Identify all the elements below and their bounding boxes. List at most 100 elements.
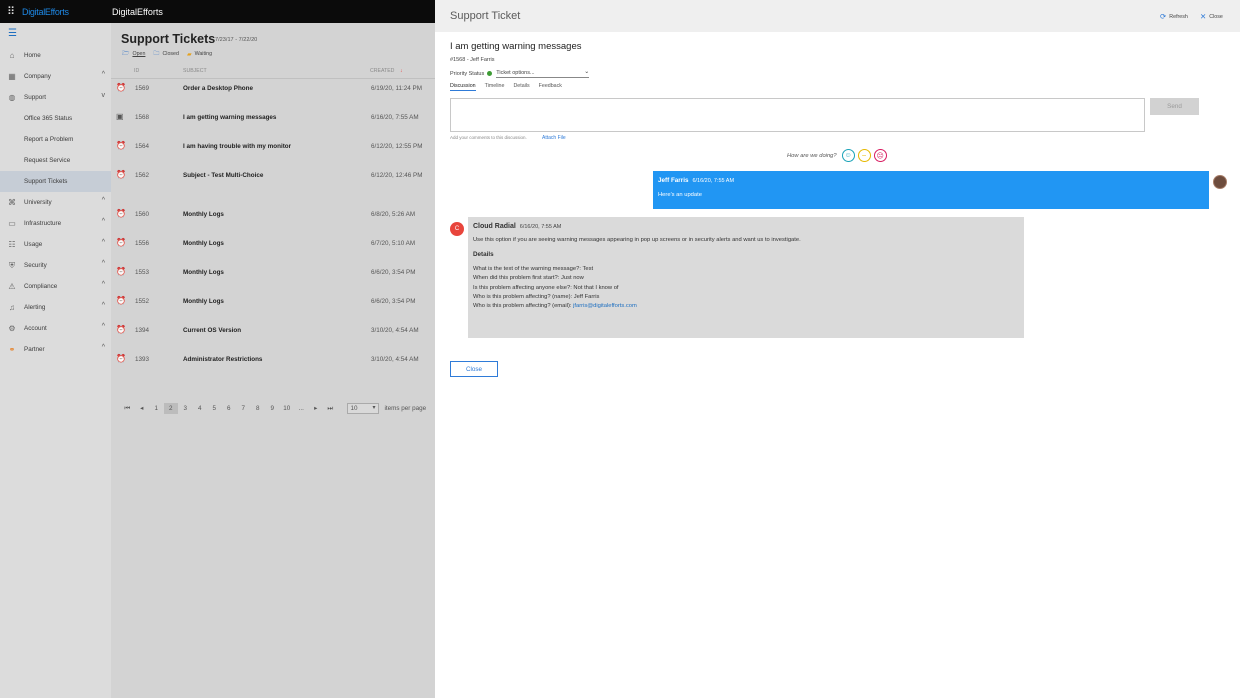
page-button[interactable]: 5 [207,403,222,414]
sidebar-item-home[interactable]: ⌂ Home [0,45,111,66]
first-page-icon[interactable]: ⏮ [120,403,135,414]
next-page-icon[interactable]: ▸ [309,403,324,414]
prev-page-icon[interactable]: ◂ [135,403,150,414]
chevron-up-icon[interactable]: ^ [102,239,105,246]
ticket-subject[interactable]: Monthly Logs [183,269,224,276]
col-header-created[interactable]: CREATED [370,68,394,74]
page-button[interactable]: 10 [280,403,295,414]
chevron-up-icon[interactable]: ^ [102,281,105,288]
chevron-up-icon[interactable]: ^ [102,218,105,225]
sidebar-item-usage[interactable]: ☷ Usage ^ [0,234,111,255]
sort-desc-icon[interactable]: ↓ [400,68,403,74]
detail-tabs: Discussion Timeline Details Feedback [450,83,562,91]
table-row[interactable]: ⏰ 1562 Subject - Test Multi-Choice 6/12/20,… [111,170,435,201]
sidebar-item-account[interactable]: ⚙ Account ^ [0,318,111,339]
sidebar-item-alerting[interactable]: ♫ Alerting ^ [0,297,111,318]
ticket-subject[interactable]: I am getting warning messages [183,114,276,121]
sidebar-sub-office365-status[interactable]: Office 365 Status [0,108,111,129]
filter-waiting[interactable]: ▰ Waiting [187,49,212,59]
ticket-id: 1569 [135,85,150,92]
sidebar-item-compliance[interactable]: ⚠ Compliance ^ [0,276,111,297]
happy-face-icon[interactable]: ☺ [841,149,855,162]
sidebar-item-label: Support [24,94,47,101]
chevron-up-icon[interactable]: ^ [102,302,105,309]
app-launcher-icon[interactable]: ⠿ [0,0,22,23]
last-page-icon[interactable]: ⏭ [323,403,338,414]
send-button[interactable]: Send [1150,98,1199,115]
table-row[interactable]: ⏰ 1394 Current OS Version 3/10/20, 4:54 AM [111,325,435,356]
table-row[interactable]: ⏰ 1560 Monthly Logs 6/8/20, 5:26 AM [111,209,435,240]
sidebar-item-partner[interactable]: ⚭ Partner ^ [0,339,111,360]
ticket-subject[interactable]: Monthly Logs [183,211,224,218]
brand-logo[interactable]: DigitalEfforts [22,7,111,17]
page-button[interactable]: 1 [149,403,164,414]
col-header-subject[interactable]: SUBJECT [183,68,207,74]
sidebar-sub-report-problem[interactable]: Report a Problem [0,129,111,150]
close-panel-button[interactable]: ✕ Close [1200,12,1223,21]
bell-icon: ♫ [9,303,15,312]
tab-feedback[interactable]: Feedback [539,83,562,91]
ticket-created: 3/10/20, 4:54 AM [371,327,419,334]
table-row[interactable]: ⏰ 1552 Monthly Logs 6/6/20, 3:54 PM [111,296,435,327]
page-button-current[interactable]: 2 [163,403,178,414]
page-button[interactable]: 6 [222,403,237,414]
neutral-face-icon[interactable]: – [857,149,871,162]
page-button[interactable]: 9 [265,403,280,414]
sad-face-icon[interactable]: ☹ [873,149,887,162]
ticket-subject[interactable]: Subject - Test Multi-Choice [183,172,263,179]
sidebar-item-infrastructure[interactable]: ▭ Infrastructure ^ [0,213,111,234]
sidebar-item-label: Home [24,52,41,59]
filter-closed[interactable]: 🗀 Closed [153,49,179,59]
attach-file-link[interactable]: Attach File [542,135,566,141]
ticket-subject[interactable]: Administrator Restrictions [183,356,262,363]
sidebar-item-security[interactable]: ⛨ Security ^ [0,255,111,276]
sidebar-sub-support-tickets[interactable]: Support Tickets [0,171,111,192]
ticket-subject[interactable]: Monthly Logs [183,298,224,305]
ticket-title: I am getting warning messages [450,41,582,52]
page-size-select[interactable]: 10 ▾ [346,403,379,414]
ticket-open-icon: ⏰ [116,296,126,305]
hamburger-icon[interactable]: ☰ [0,23,111,45]
chevron-up-icon[interactable]: ^ [102,323,105,330]
table-row[interactable]: ⏰ 1556 Monthly Logs 6/7/20, 5:10 AM [111,238,435,269]
sidebar-sub-request-service[interactable]: Request Service [0,150,111,171]
message-text: Here's an update [658,192,702,198]
sidebar-item-support[interactable]: ◍ Support v [0,87,111,108]
table-row[interactable]: ⏰ 1393 Administrator Restrictions 3/10/20, … [111,354,435,385]
ticket-subject[interactable]: Current OS Version [183,327,241,334]
table-row[interactable]: ⏰ 1553 Monthly Logs 6/6/20, 3:54 PM [111,267,435,298]
chevron-up-icon[interactable]: ^ [102,197,105,204]
ticket-subject[interactable]: Monthly Logs [183,240,224,247]
page-button[interactable]: 8 [251,403,266,414]
page-button[interactable]: 3 [178,403,193,414]
chevron-up-icon[interactable]: ^ [102,71,105,78]
table-row[interactable]: ⏰ 1569 Order a Desktop Phone 6/19/20, 11:24… [111,83,435,114]
ticket-subject[interactable]: I am having trouble with my monitor [183,143,291,150]
refresh-button[interactable]: ⟳ Refresh [1160,12,1188,21]
ticket-subject[interactable]: Order a Desktop Phone [183,85,253,92]
sidebar-item-university[interactable]: ⌘ University ^ [0,192,111,213]
close-button[interactable]: Close [450,361,498,377]
comment-textarea[interactable] [450,98,1145,132]
page-button[interactable]: 4 [193,403,208,414]
email-link[interactable]: jfarris@digitalefforts.com [573,303,637,309]
chevron-up-icon[interactable]: ^ [102,260,105,267]
table-row[interactable]: ▣ 1568 I am getting warning messages 6/16/2… [111,112,435,143]
chevron-up-icon[interactable]: ^ [102,344,105,351]
chevron-down-icon[interactable]: v [102,92,106,99]
filter-open[interactable]: 🗁 Open [122,49,145,59]
sidebar-item-company[interactable]: ▦ Company ^ [0,66,111,87]
col-header-id[interactable]: ID [134,68,139,74]
tab-discussion[interactable]: Discussion [450,83,476,91]
detail-line: What is the text of the warning message?… [473,266,594,272]
tab-details[interactable]: Details [513,83,529,91]
folder-open-icon: 🗁 [122,51,130,57]
table-row[interactable]: ⏰ 1564 I am having trouble with my monitor… [111,141,435,172]
page-ellipsis[interactable]: ... [294,403,309,414]
ticket-created: 6/7/20, 5:10 AM [371,240,416,247]
ticket-options-select[interactable]: Ticket options... ⌄ [496,69,590,78]
page-button[interactable]: 7 [236,403,251,414]
tab-timeline[interactable]: Timeline [485,83,505,91]
ticket-id: 1562 [135,172,150,179]
date-range[interactable]: 7/23/17 - 7/22/20 [215,37,257,43]
